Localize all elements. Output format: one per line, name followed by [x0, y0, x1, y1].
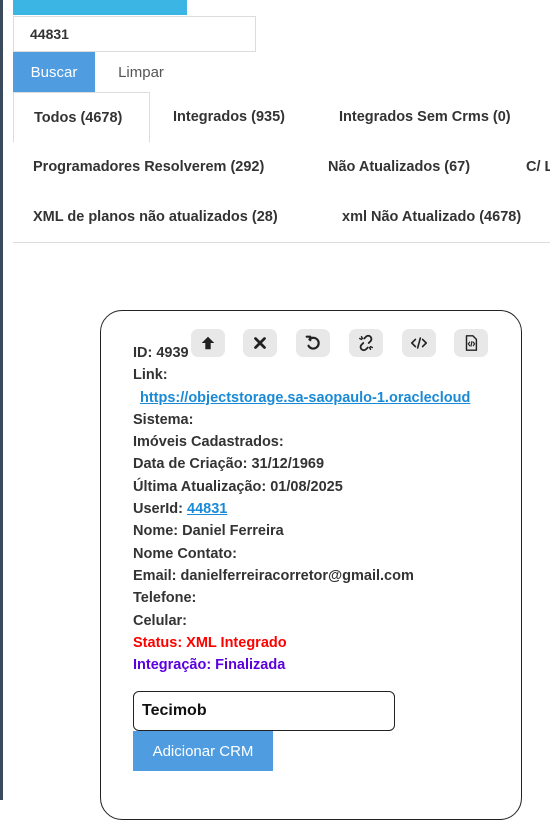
add-crm-button[interactable]: Adicionar CRM	[133, 731, 273, 771]
close-icon	[254, 337, 266, 349]
tab-nao-atualizados[interactable]: Não Atualizados (67)	[308, 142, 490, 192]
record-telefone: Telefone:	[133, 590, 197, 607]
crm-input[interactable]	[133, 691, 395, 731]
record-link-row: https://objectstorage.sa-saopaulo-1.orac…	[133, 387, 493, 409]
record-link-label: Link:	[133, 367, 168, 384]
tab-todos[interactable]: Todos (4678)	[13, 92, 150, 143]
record-integracao: Integração: Finalizada	[133, 657, 286, 674]
tab-integrados-sem-crms[interactable]: Integrados Sem Crms (0)	[319, 92, 531, 142]
tab-programadores-resolverem[interactable]: Programadores Resolverem (292)	[13, 142, 284, 192]
record-email: Email: danielferreiracorretor@gmail.com	[133, 567, 414, 584]
tab-xml-nao-atualizado[interactable]: xml Não Atualizado (4678)	[322, 192, 541, 242]
record-toolbar	[191, 329, 491, 359]
record-nome: Nome: Daniel Ferreira	[133, 523, 284, 540]
tab-cl[interactable]: C/ L	[506, 142, 550, 192]
move-up-button[interactable]	[191, 329, 225, 357]
record-link-url[interactable]: https://objectstorage.sa-saopaulo-1.orac…	[140, 390, 470, 406]
code-file-button[interactable]	[454, 329, 488, 357]
clear-button[interactable]: Limpar	[95, 52, 187, 92]
record-ultima-atualizacao: Última Atualização: 01/08/2025	[133, 478, 343, 495]
arrow-up-icon	[201, 336, 215, 350]
unlink-button[interactable]	[349, 329, 383, 357]
record-imoveis: Imóveis Cadastrados:	[133, 434, 284, 451]
record-sistema: Sistema:	[133, 411, 194, 428]
code-file-icon	[465, 335, 478, 351]
top-header-strip	[13, 0, 187, 15]
tab-integrados[interactable]: Integrados (935)	[153, 92, 305, 142]
search-input[interactable]	[13, 16, 256, 52]
tab-xml-planos-nao-atualizados[interactable]: XML de planos não atualizados (28)	[13, 192, 298, 242]
delete-button[interactable]	[243, 329, 277, 357]
record-data-criacao: Data de Criação: 31/12/1969	[133, 456, 325, 473]
record-userid-link[interactable]: 44831	[187, 501, 227, 517]
record-celular: Celular:	[133, 612, 187, 629]
record-nome-contato: Nome Contato:	[133, 545, 237, 562]
left-edge-border	[0, 0, 3, 800]
search-button[interactable]: Buscar	[13, 52, 95, 92]
record-status: Status: XML Integrado	[133, 634, 287, 651]
record-userid: UserId: 44831	[133, 498, 493, 520]
code-icon	[410, 337, 428, 349]
reset-button[interactable]	[296, 329, 330, 357]
broken-link-icon	[358, 334, 374, 352]
filter-tabs: Todos (4678) Integrados (935) Integrados…	[13, 92, 550, 243]
record-userid-label: UserId:	[133, 501, 187, 518]
undo-icon	[305, 335, 320, 350]
code-button[interactable]	[402, 329, 436, 357]
record-details: ID: 4939 Link: https://objectstorage.sa-…	[133, 342, 493, 676]
